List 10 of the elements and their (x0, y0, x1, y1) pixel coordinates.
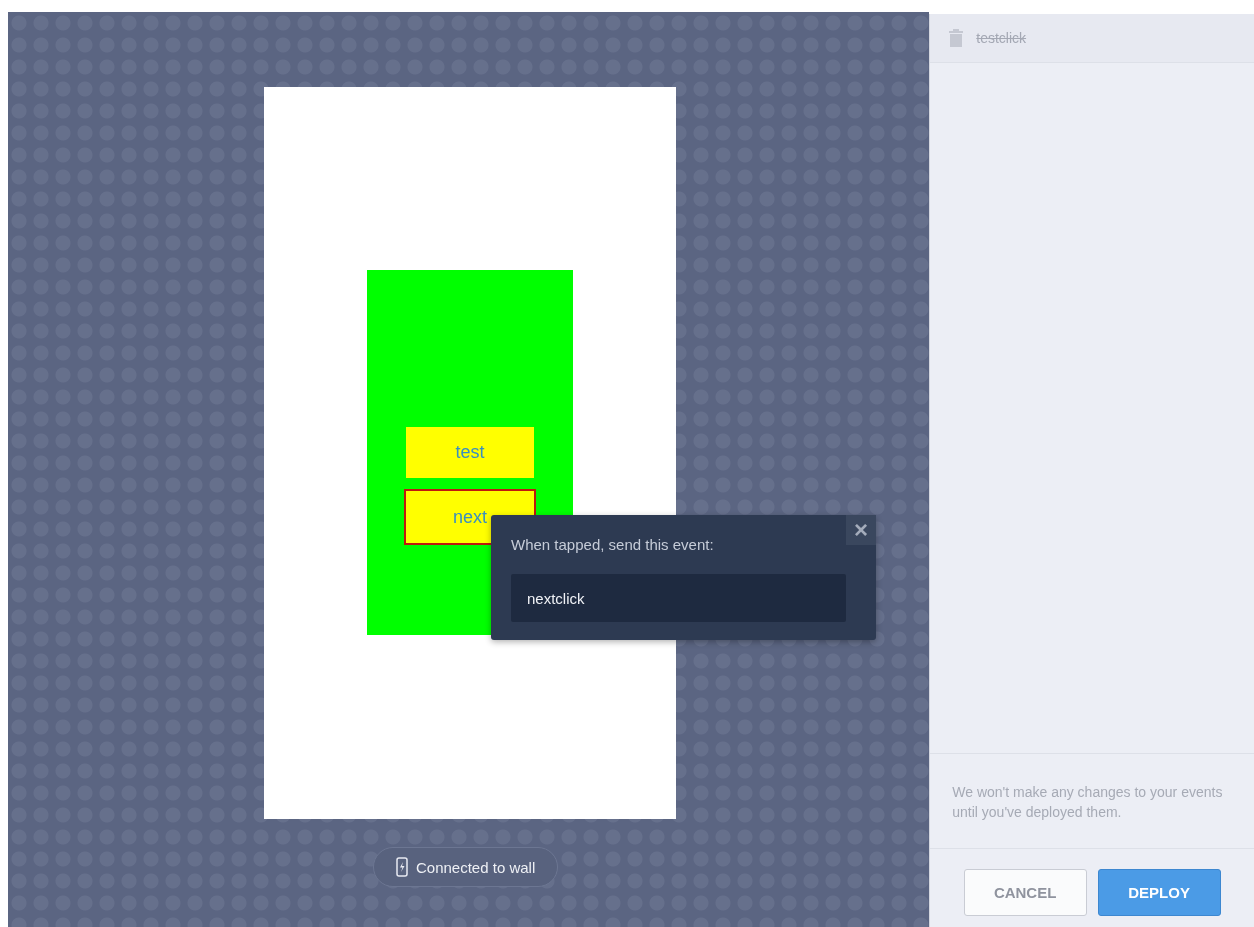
trash-icon[interactable] (948, 28, 965, 48)
status-text: Connected to wall (416, 858, 536, 876)
phone-icon (396, 857, 408, 877)
canvas-button[interactable]: test (406, 427, 534, 478)
event-name: testclick (976, 30, 1027, 46)
event-input-field[interactable]: nextclick (511, 574, 846, 622)
notice-text: We won't make any changes to your events until you've deployed them. (952, 784, 1223, 820)
deploy-button[interactable]: DEPLOY (1097, 868, 1221, 916)
cancel-button[interactable]: CANCEL (963, 868, 1087, 916)
close-button[interactable]: × (846, 515, 876, 545)
